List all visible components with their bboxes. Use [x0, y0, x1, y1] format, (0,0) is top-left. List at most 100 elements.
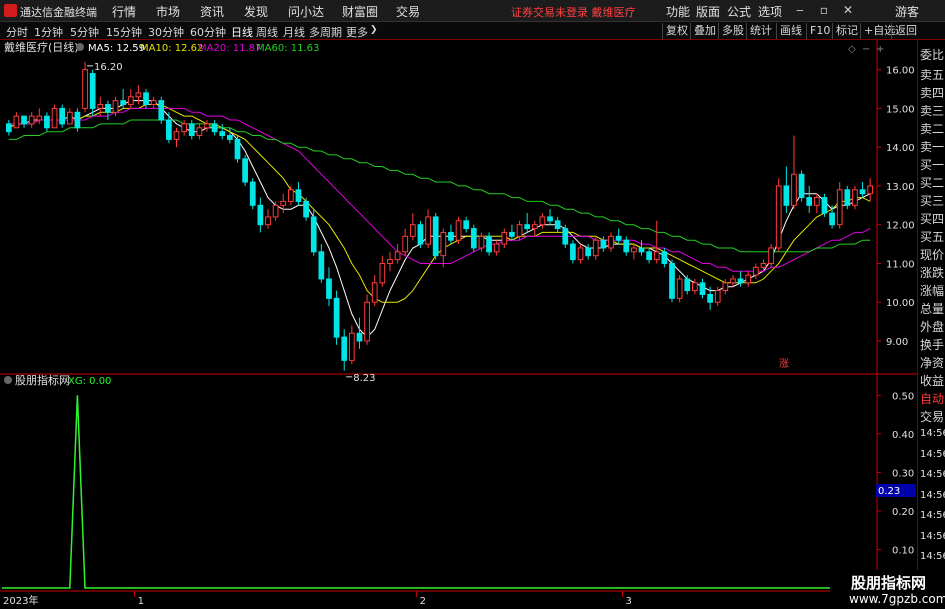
candle-body[interactable]	[21, 115, 27, 125]
tool-f10[interactable]: F10	[806, 23, 833, 39]
candle-body[interactable]	[661, 251, 668, 264]
menu-quotes[interactable]: 行情	[112, 3, 136, 20]
sidebar-item[interactable]: 换手	[920, 336, 944, 353]
candle-body[interactable]	[417, 224, 424, 245]
candle-body[interactable]	[524, 224, 531, 230]
candle-body[interactable]	[699, 282, 706, 295]
candle-body[interactable]	[82, 69, 88, 109]
candle-body[interactable]	[127, 96, 134, 106]
candle-body[interactable]	[280, 200, 287, 206]
sidebar-item[interactable]: 买三	[920, 192, 944, 209]
tool-mark[interactable]: 标记	[832, 23, 861, 39]
candle-body[interactable]	[66, 111, 73, 125]
sidebar-item[interactable]: 外盘	[920, 318, 944, 335]
sidebar-item[interactable]: 自动	[920, 390, 944, 407]
candle-body[interactable]	[97, 104, 104, 109]
candle-body[interactable]	[501, 231, 508, 245]
minus-icon[interactable]: −	[862, 44, 870, 55]
candle-body[interactable]	[51, 107, 58, 129]
period-1min[interactable]: 1分钟	[34, 24, 63, 40]
candle-body[interactable]	[13, 115, 20, 129]
candle-body[interactable]	[371, 282, 378, 303]
candle-body[interactable]	[509, 231, 515, 237]
candle-body[interactable]	[265, 216, 271, 226]
period-multi[interactable]: 多周期	[309, 24, 342, 40]
candle-body[interactable]	[585, 247, 592, 257]
candle-body[interactable]	[249, 181, 256, 206]
candle-body[interactable]	[486, 235, 492, 253]
candle-body[interactable]	[631, 247, 637, 253]
candle-body[interactable]	[272, 204, 279, 218]
candle-body[interactable]	[829, 212, 835, 226]
candle-body[interactable]	[234, 138, 241, 160]
candle-body[interactable]	[135, 92, 142, 98]
indicator-settings-icon[interactable]	[4, 376, 12, 384]
candle-body[interactable]	[287, 189, 294, 202]
candle-body[interactable]	[28, 115, 35, 125]
candle-body[interactable]	[722, 282, 729, 292]
period-60min[interactable]: 60分钟	[190, 24, 226, 40]
candle-body[interactable]	[577, 247, 584, 261]
candle-body[interactable]	[653, 251, 660, 261]
period-5min[interactable]: 5分钟	[70, 24, 99, 40]
candle-body[interactable]	[676, 278, 683, 299]
tool-stats[interactable]: 统计	[746, 23, 775, 39]
sidebar-item[interactable]: 总量	[920, 300, 944, 317]
candle-body[interactable]	[448, 231, 454, 241]
candle-body[interactable]	[303, 200, 309, 218]
candle-body[interactable]	[615, 235, 622, 241]
candle-body[interactable]	[798, 173, 805, 199]
candle-body[interactable]	[181, 123, 187, 133]
candle-body[interactable]	[204, 123, 210, 129]
candle-body[interactable]	[333, 297, 340, 338]
candle-body[interactable]	[867, 185, 874, 195]
candle-body[interactable]	[44, 115, 50, 129]
candle-body[interactable]	[402, 235, 409, 253]
candle-body[interactable]	[669, 262, 675, 299]
maximize-icon[interactable]: ▫	[817, 3, 831, 17]
candle-body[interactable]	[859, 189, 866, 195]
sidebar-item[interactable]: 卖五	[920, 66, 944, 83]
candle-body[interactable]	[768, 247, 774, 264]
candle-body[interactable]	[623, 239, 630, 253]
candle-body[interactable]	[570, 243, 576, 261]
menu-discover[interactable]: 发现	[244, 3, 268, 20]
candle-body[interactable]	[318, 251, 325, 280]
candle-body[interactable]	[493, 243, 500, 253]
close-icon[interactable]: ✕	[841, 3, 855, 17]
candle-body[interactable]	[166, 119, 172, 140]
candle-body[interactable]	[59, 107, 66, 125]
candle-body[interactable]	[783, 185, 790, 206]
candle-body[interactable]	[36, 115, 43, 121]
candle-body[interactable]	[852, 189, 858, 206]
candle-body[interactable]	[211, 123, 218, 133]
menu-market[interactable]: 市场	[156, 3, 180, 20]
candle-body[interactable]	[791, 173, 797, 206]
candle-body[interactable]	[394, 251, 401, 261]
menu-layout[interactable]: 版面	[696, 3, 720, 20]
candle-body[interactable]	[707, 293, 713, 303]
period-30min[interactable]: 30分钟	[148, 24, 184, 40]
candle-body[interactable]	[547, 216, 553, 222]
candle-body[interactable]	[219, 131, 226, 137]
period-daily[interactable]: 日线	[231, 24, 253, 40]
period-15min[interactable]: 15分钟	[106, 24, 142, 40]
candle-body[interactable]	[470, 228, 477, 249]
candle-body[interactable]	[120, 100, 127, 106]
candle-body[interactable]	[105, 104, 111, 113]
candle-body[interactable]	[752, 266, 759, 276]
candle-body[interactable]	[310, 216, 317, 253]
menu-news[interactable]: 资讯	[200, 3, 224, 20]
menu-options[interactable]: 选项	[758, 3, 782, 20]
login-notice[interactable]: 证券交易未登录 戴维医疗	[511, 4, 636, 20]
candle-body[interactable]	[554, 220, 561, 230]
sidebar-item[interactable]: 委比	[920, 46, 944, 63]
sidebar-item[interactable]: 卖四	[920, 84, 944, 101]
sidebar-item[interactable]: 买二	[920, 174, 944, 191]
sidebar-item[interactable]: 涨幅	[920, 282, 944, 299]
menu-function[interactable]: 功能	[666, 3, 690, 20]
more-chevron-icon[interactable]: ❯	[370, 25, 378, 35]
period-monthly[interactable]: 月线	[283, 24, 305, 40]
candle-body[interactable]	[516, 224, 523, 237]
plus-icon[interactable]: +	[876, 44, 884, 55]
